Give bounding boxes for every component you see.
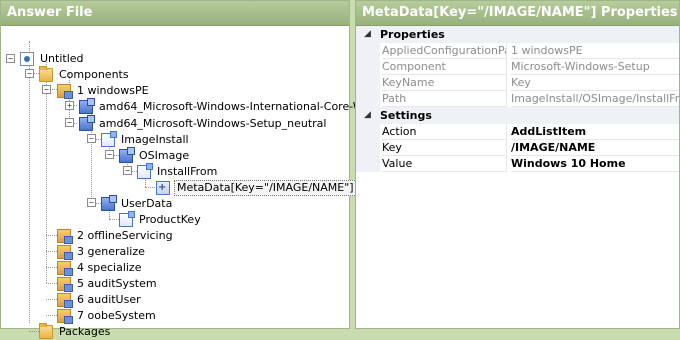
tree-node-label: ProductKey — [139, 213, 201, 226]
folder-icon — [39, 323, 53, 339]
properties-title: MetaData[Key="/IMAGE/NAME"] Properties — [356, 1, 679, 26]
collapse-osimage-toggle[interactable]: − — [105, 150, 114, 159]
answer-file-title: Answer File — [1, 1, 349, 26]
property-value: Key — [511, 75, 679, 91]
properties-pane: MetaData[Key="/IMAGE/NAME"] Properties ◢… — [355, 0, 680, 329]
property-row[interactable]: KeyName Key — [356, 75, 679, 91]
category-label: Properties — [380, 28, 445, 41]
list-item-icon — [156, 180, 170, 196]
pass-icon — [57, 84, 73, 99]
collapse-windowspe-toggle[interactable]: − — [42, 85, 51, 94]
component-icon — [79, 115, 95, 131]
property-row[interactable]: AppliedConfigurationPass 1 windowsPE — [356, 43, 679, 59]
property-value: ImageInstall/OSImage/InstallFrom/MetaDat… — [511, 92, 679, 107]
property-name: AppliedConfigurationPass — [382, 43, 507, 59]
tree-line — [29, 41, 30, 323]
collapse-arrow-icon[interactable]: ◢ — [364, 26, 371, 43]
property-row[interactable]: Component Microsoft-Windows-Setup — [356, 59, 679, 75]
component-icon — [119, 147, 135, 163]
collapse-userdata-toggle[interactable]: − — [87, 198, 96, 207]
tree-node-label: UserData — [121, 197, 173, 210]
tree-node-label: Untitled — [40, 52, 84, 65]
property-value[interactable]: /IMAGE/NAME — [511, 140, 679, 156]
tree-node-label: Packages — [59, 325, 111, 338]
property-value[interactable]: Windows 10 Home — [511, 156, 679, 172]
answer-file-pane: Answer File − − − + − − − − − Untitled C… — [0, 0, 387, 339]
property-name: Value — [382, 156, 507, 172]
tree-node-label: 1 windowsPE — [77, 84, 149, 97]
tree-node-label: ImageInstall — [121, 133, 189, 146]
setting-icon — [137, 163, 153, 179]
property-name: Action — [382, 124, 507, 140]
pass-icon — [57, 245, 73, 260]
pass-icon — [57, 309, 73, 324]
category-label: Settings — [380, 109, 432, 122]
property-value: Microsoft-Windows-Setup — [511, 59, 679, 75]
setting-icon — [119, 211, 135, 227]
tree-node-label: Components — [59, 68, 129, 81]
pass-icon — [57, 277, 73, 292]
expand-international-core-toggle[interactable]: + — [65, 101, 74, 110]
tree-node-label: InstallFrom — [157, 165, 218, 178]
collapse-components-toggle[interactable]: − — [25, 69, 34, 78]
collapse-installfrom-toggle[interactable]: − — [123, 166, 132, 175]
category-properties[interactable]: ◢ Properties — [356, 26, 679, 43]
tree-node-label: 3 generalize — [77, 245, 145, 258]
setting-icon — [101, 131, 117, 147]
collapse-setup-neutral-toggle[interactable]: − — [65, 118, 74, 127]
folder-icon — [39, 66, 53, 82]
property-name: Component — [382, 59, 507, 75]
tree-node-label: amd64_Microsoft-Windows-Setup_neutral — [99, 117, 327, 130]
component-icon — [101, 195, 117, 211]
tree-node-label-selected: MetaData[Key="/IMAGE/NAME"] — [174, 180, 357, 196]
tree-node-label: 6 auditUser — [77, 293, 141, 306]
property-grid: ◢ Properties AppliedConfigurationPass 1 … — [356, 26, 679, 172]
tree-node-label: 4 specialize — [77, 261, 142, 274]
property-value[interactable]: AddListItem — [511, 124, 679, 140]
property-row-action[interactable]: Action AddListItem — [356, 124, 679, 140]
tree-node-label: 7 oobeSystem — [77, 309, 156, 322]
answer-file-icon — [20, 52, 34, 66]
pass-icon — [57, 261, 73, 276]
property-name: Key — [382, 140, 507, 156]
tree-node-label: amd64_Microsoft-Windows-International-Co… — [99, 100, 387, 113]
tree-node-label: OSImage — [139, 149, 190, 162]
property-row-key[interactable]: Key /IMAGE/NAME — [356, 140, 679, 156]
pass-icon — [57, 229, 73, 244]
property-row[interactable]: Path ImageInstall/OSImage/InstallFrom/Me… — [356, 91, 679, 107]
property-row-value[interactable]: Value Windows 10 Home — [356, 156, 679, 172]
pass-icon — [57, 293, 73, 308]
property-name: Path — [382, 91, 507, 107]
category-settings[interactable]: ◢ Settings — [356, 107, 679, 124]
property-value: 1 windowsPE — [511, 43, 679, 59]
component-icon — [79, 98, 95, 114]
property-name: KeyName — [382, 75, 507, 91]
collapse-untitled-toggle[interactable]: − — [6, 54, 15, 63]
collapse-imageinstall-toggle[interactable]: − — [87, 134, 96, 143]
tree-node-label: 5 auditSystem — [77, 277, 157, 290]
collapse-arrow-icon[interactable]: ◢ — [364, 107, 371, 124]
tree-node-label: 2 offlineServicing — [77, 229, 173, 242]
